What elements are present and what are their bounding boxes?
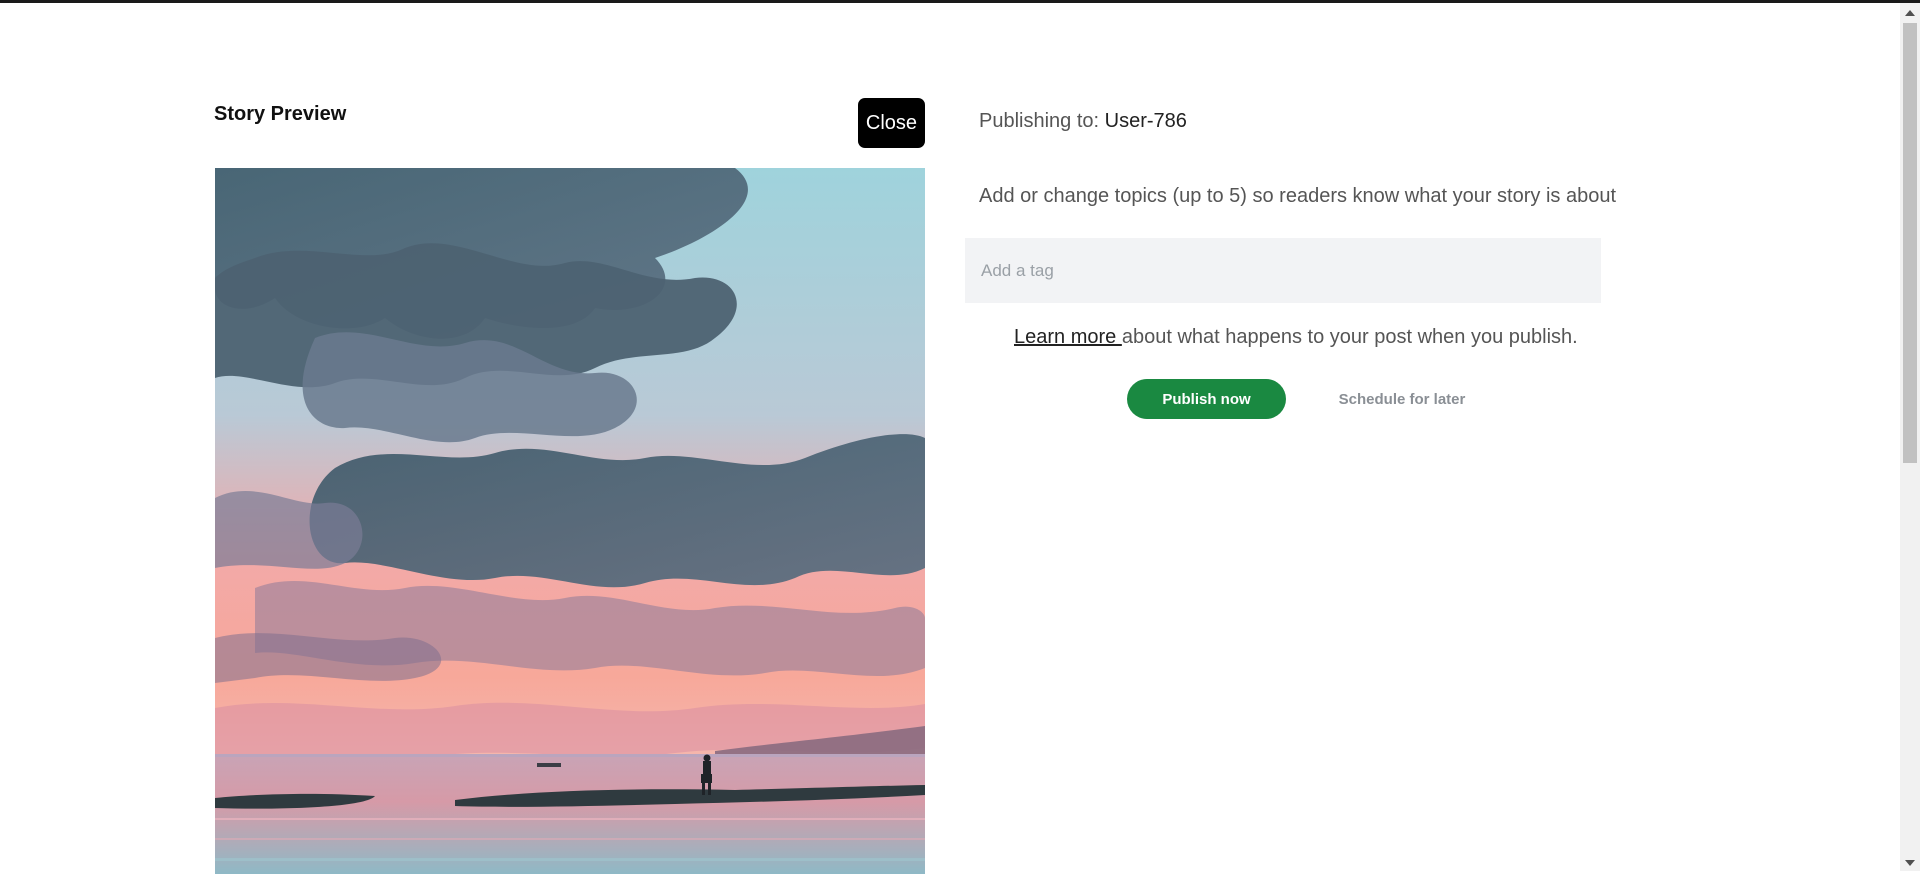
publishing-to-user: User-786 bbox=[1104, 110, 1187, 132]
learn-more-description: about what happens to your post when you… bbox=[1121, 326, 1578, 348]
learn-more-link[interactable]: Learn more bbox=[1014, 326, 1122, 348]
scroll-up-arrow-icon[interactable] bbox=[1905, 10, 1915, 16]
scroll-down-arrow-icon[interactable] bbox=[1905, 860, 1915, 866]
schedule-for-later-button[interactable]: Schedule for later bbox=[1322, 379, 1482, 419]
page-scrollbar[interactable] bbox=[1900, 3, 1920, 871]
publishing-to-line: Publishing to: User-786 bbox=[979, 110, 1187, 133]
publish-now-button[interactable]: Publish now bbox=[1127, 379, 1286, 419]
publish-dialog: Story Preview Close Publishing to: User-… bbox=[0, 3, 1900, 874]
publishing-to-label: Publishing to: bbox=[979, 110, 1100, 132]
story-cover-image bbox=[215, 168, 925, 874]
tag-input[interactable] bbox=[965, 238, 1601, 303]
learn-more-line: Learn more about what happens to your po… bbox=[1014, 326, 1578, 349]
story-preview-heading: Story Preview bbox=[214, 103, 347, 125]
scrollbar-thumb[interactable] bbox=[1903, 23, 1917, 463]
close-button[interactable]: Close bbox=[858, 98, 925, 148]
topics-help-text: Add or change topics (up to 5) so reader… bbox=[979, 185, 1617, 207]
